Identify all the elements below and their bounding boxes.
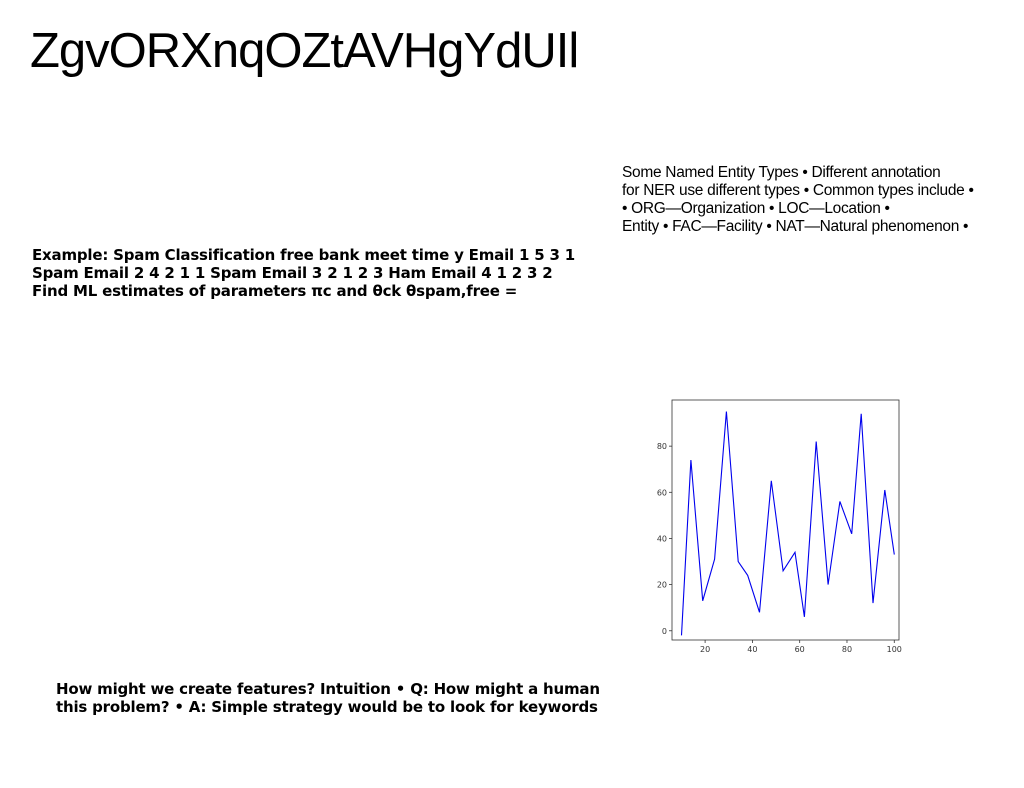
ner-line: Entity • FAC—Facility • NAT—Natural phen… (622, 218, 969, 235)
features-text: How might we create features? Intuition … (56, 680, 600, 716)
slide-title: ZgvORXnqOZtAVHgYdUIl (30, 24, 579, 78)
spam-line: Spam Email 2 4 2 1 1 Spam Email 3 2 1 2 … (32, 264, 553, 282)
line-chart-svg: 20 40 60 80 100 0 20 40 60 80 (657, 399, 902, 654)
x-tick-label: 40 (747, 645, 757, 654)
x-tick-label: 20 (700, 645, 710, 654)
plot-frame (671, 399, 900, 641)
spam-example-text: Example: Spam Classification free bank m… (32, 246, 575, 300)
ner-line: • ORG—Organization • LOC—Location • (622, 200, 890, 217)
x-tick-label: 100 (887, 645, 902, 654)
x-tick-label: 80 (842, 645, 852, 654)
ner-line: Some Named Entity Types • Different anno… (622, 164, 941, 181)
features-line: this problem? • A: Simple strategy would… (56, 698, 598, 716)
x-tick-label: 60 (795, 645, 805, 654)
line-chart: 20 40 60 80 100 0 20 40 60 80 (650, 392, 910, 662)
ner-line: for NER use different types • Common typ… (622, 182, 974, 199)
y-tick-label: 40 (657, 534, 667, 543)
y-tick-label: 0 (662, 627, 667, 636)
ner-text-block: Some Named Entity Types • Different anno… (622, 164, 1014, 236)
spam-line: Find ML estimates of parameters πc and θ… (32, 282, 518, 300)
y-tick-label: 80 (657, 442, 667, 451)
spam-line: Example: Spam Classification free bank m… (32, 246, 575, 264)
series-line (680, 411, 895, 636)
y-tick-label: 60 (657, 488, 667, 497)
y-tick-label: 20 (657, 581, 667, 590)
features-line: How might we create features? Intuition … (56, 680, 600, 698)
